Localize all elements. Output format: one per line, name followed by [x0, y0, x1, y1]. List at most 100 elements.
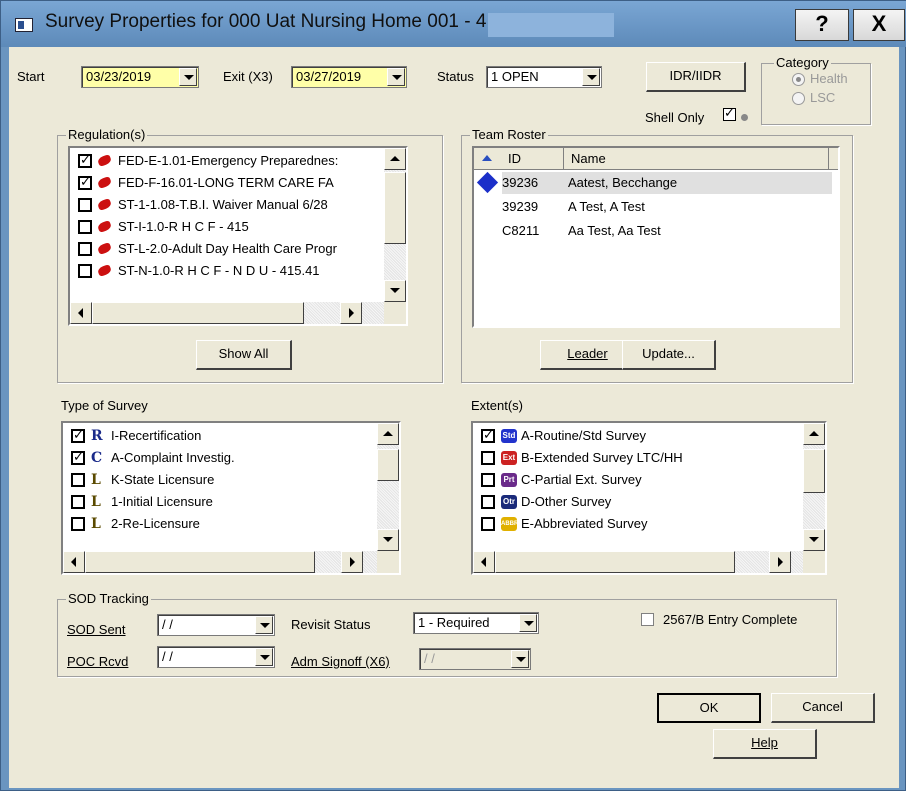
- extents-list[interactable]: Std A-Routine/Std Survey Ext B-Extended Su…: [471, 421, 827, 575]
- extent-checkbox[interactable]: [481, 473, 495, 487]
- cancel-button[interactable]: Cancel: [771, 693, 875, 723]
- scroll-right-icon[interactable]: [341, 551, 363, 573]
- survey-type-checkbox[interactable]: [71, 427, 85, 443]
- regulation-checkbox[interactable]: [78, 220, 92, 234]
- chevron-down-icon[interactable]: [582, 68, 600, 86]
- scroll-left-icon[interactable]: [70, 302, 92, 324]
- scroll-right-icon[interactable]: [769, 551, 791, 573]
- regulation-checkbox[interactable]: [78, 242, 92, 256]
- list-item[interactable]: Prt C-Partial Ext. Survey: [477, 469, 803, 491]
- health-radio[interactable]: [792, 73, 805, 86]
- scroll-up-icon[interactable]: [384, 148, 406, 170]
- list-item[interactable]: FED-E-1.01-Emergency Preparednes:: [74, 150, 386, 172]
- scroll-down-icon[interactable]: [803, 529, 825, 551]
- ok-button[interactable]: OK: [657, 693, 761, 723]
- scroll-thumb[interactable]: [495, 551, 735, 573]
- survey-type-hscrollbar[interactable]: [63, 551, 377, 573]
- shell-only-checkbox[interactable]: [723, 105, 736, 121]
- help-title-button[interactable]: ?: [795, 9, 849, 41]
- sort-ascending-icon: [482, 155, 492, 161]
- row-name: Aa Test, Aa Test: [568, 223, 661, 238]
- list-item[interactable]: R I-Recertification: [67, 425, 379, 447]
- revisit-status-combo[interactable]: 1 - Required: [413, 612, 539, 634]
- scroll-thumb[interactable]: [92, 302, 304, 324]
- chevron-down-icon[interactable]: [255, 616, 273, 634]
- table-row[interactable]: 39239 A Test, A Test: [502, 196, 832, 218]
- scroll-up-icon[interactable]: [803, 423, 825, 445]
- scroll-right-icon[interactable]: [340, 302, 362, 324]
- extent-checkbox[interactable]: [481, 451, 495, 465]
- regulation-checkbox[interactable]: [78, 152, 92, 168]
- list-item[interactable]: C A-Complaint Investig.: [67, 447, 379, 469]
- dialog-client: Start 03/23/2019 Exit (X3) 03/27/2019 St…: [9, 47, 899, 788]
- scroll-up-icon[interactable]: [377, 423, 399, 445]
- scroll-thumb[interactable]: [377, 449, 399, 481]
- update-button[interactable]: Update...: [622, 340, 716, 370]
- entry-complete-checkbox[interactable]: [641, 613, 654, 626]
- chevron-down-icon[interactable]: [255, 648, 273, 666]
- regulations-list[interactable]: FED-E-1.01-Emergency Preparednes: FED-F-…: [68, 146, 408, 326]
- scroll-down-icon[interactable]: [377, 529, 399, 551]
- list-item[interactable]: L 2-Re-Licensure: [67, 513, 379, 535]
- show-all-button[interactable]: Show All: [196, 340, 292, 370]
- list-item[interactable]: FED-F-16.01-LONG TERM CARE FA: [74, 172, 386, 194]
- chevron-down-icon[interactable]: [179, 68, 197, 86]
- revisit-status-label: Revisit Status: [291, 617, 371, 632]
- scroll-left-icon[interactable]: [63, 551, 85, 573]
- scroll-down-icon[interactable]: [384, 280, 406, 302]
- type-of-survey-list[interactable]: R I-Recertification C A-Complaint Investig…: [61, 421, 401, 575]
- regulations-hscrollbar[interactable]: [70, 302, 384, 324]
- survey-type-checkbox[interactable]: [71, 473, 85, 487]
- scroll-thumb[interactable]: [85, 551, 315, 573]
- extent-checkbox[interactable]: [481, 495, 495, 509]
- extent-checkbox[interactable]: [481, 427, 495, 443]
- survey-type-checkbox[interactable]: [71, 517, 85, 531]
- scroll-thumb[interactable]: [384, 172, 406, 244]
- survey-type-checkbox[interactable]: [71, 449, 85, 465]
- chevron-down-icon[interactable]: [387, 68, 405, 86]
- status-value: 1 OPEN: [491, 69, 539, 84]
- table-row[interactable]: 39236 Aatest, Becchange: [502, 172, 832, 194]
- chevron-down-icon[interactable]: [519, 614, 537, 632]
- regulation-label: ST-L-2.0-Adult Day Health Care Progr: [118, 241, 337, 256]
- list-item[interactable]: L K-State Licensure: [67, 469, 379, 491]
- title-bar[interactable]: Survey Properties for 000 Uat Nursing Ho…: [1, 1, 906, 47]
- exit-date-combo[interactable]: 03/27/2019: [291, 66, 407, 88]
- other-badge-icon: Otr: [501, 495, 517, 509]
- help-button[interactable]: Help: [713, 729, 817, 759]
- extent-checkbox[interactable]: [481, 517, 495, 531]
- regulation-checkbox[interactable]: [78, 174, 92, 190]
- list-item[interactable]: ST-N-1.0-R H C F - N D U - 415.41: [74, 260, 386, 282]
- poc-rcvd-combo[interactable]: / /: [157, 646, 275, 668]
- column-header-name[interactable]: Name: [565, 148, 829, 169]
- regulation-checkbox[interactable]: [78, 264, 92, 278]
- list-item[interactable]: Ext B-Extended Survey LTC/HH: [477, 447, 803, 469]
- scroll-corner: [384, 302, 406, 324]
- list-item[interactable]: ST-I-1.0-R H C F - 415: [74, 216, 386, 238]
- close-button[interactable]: X: [853, 9, 905, 41]
- extents-vscrollbar[interactable]: [803, 423, 825, 551]
- health-radio-label: Health: [810, 71, 848, 86]
- extents-hscrollbar[interactable]: [473, 551, 803, 573]
- regulation-checkbox[interactable]: [78, 198, 92, 212]
- list-item[interactable]: L 1-Initial Licensure: [67, 491, 379, 513]
- survey-type-vscrollbar[interactable]: [377, 423, 399, 551]
- list-item[interactable]: Std A-Routine/Std Survey: [477, 425, 803, 447]
- lsc-radio[interactable]: [792, 92, 805, 105]
- regulations-vscrollbar[interactable]: [384, 148, 406, 302]
- column-header-id[interactable]: ID: [474, 148, 564, 169]
- regulation-label: FED-F-16.01-LONG TERM CARE FA: [118, 175, 334, 190]
- status-combo[interactable]: 1 OPEN: [486, 66, 602, 88]
- survey-type-checkbox[interactable]: [71, 495, 85, 509]
- team-roster-table[interactable]: ID Name 39236 Aatest, Becchange 39239 A …: [472, 146, 840, 328]
- scroll-thumb[interactable]: [803, 449, 825, 493]
- sod-sent-combo[interactable]: / /: [157, 614, 275, 636]
- table-row[interactable]: C8211 Aa Test, Aa Test: [502, 220, 832, 242]
- list-item[interactable]: ST-1-1.08-T.B.I. Waiver Manual 6/28: [74, 194, 386, 216]
- idr-button[interactable]: IDR/IIDR: [646, 62, 746, 92]
- list-item[interactable]: Otr D-Other Survey: [477, 491, 803, 513]
- list-item[interactable]: ST-L-2.0-Adult Day Health Care Progr: [74, 238, 386, 260]
- scroll-left-icon[interactable]: [473, 551, 495, 573]
- list-item[interactable]: ABBR E-Abbreviated Survey: [477, 513, 803, 535]
- start-date-combo[interactable]: 03/23/2019: [81, 66, 199, 88]
